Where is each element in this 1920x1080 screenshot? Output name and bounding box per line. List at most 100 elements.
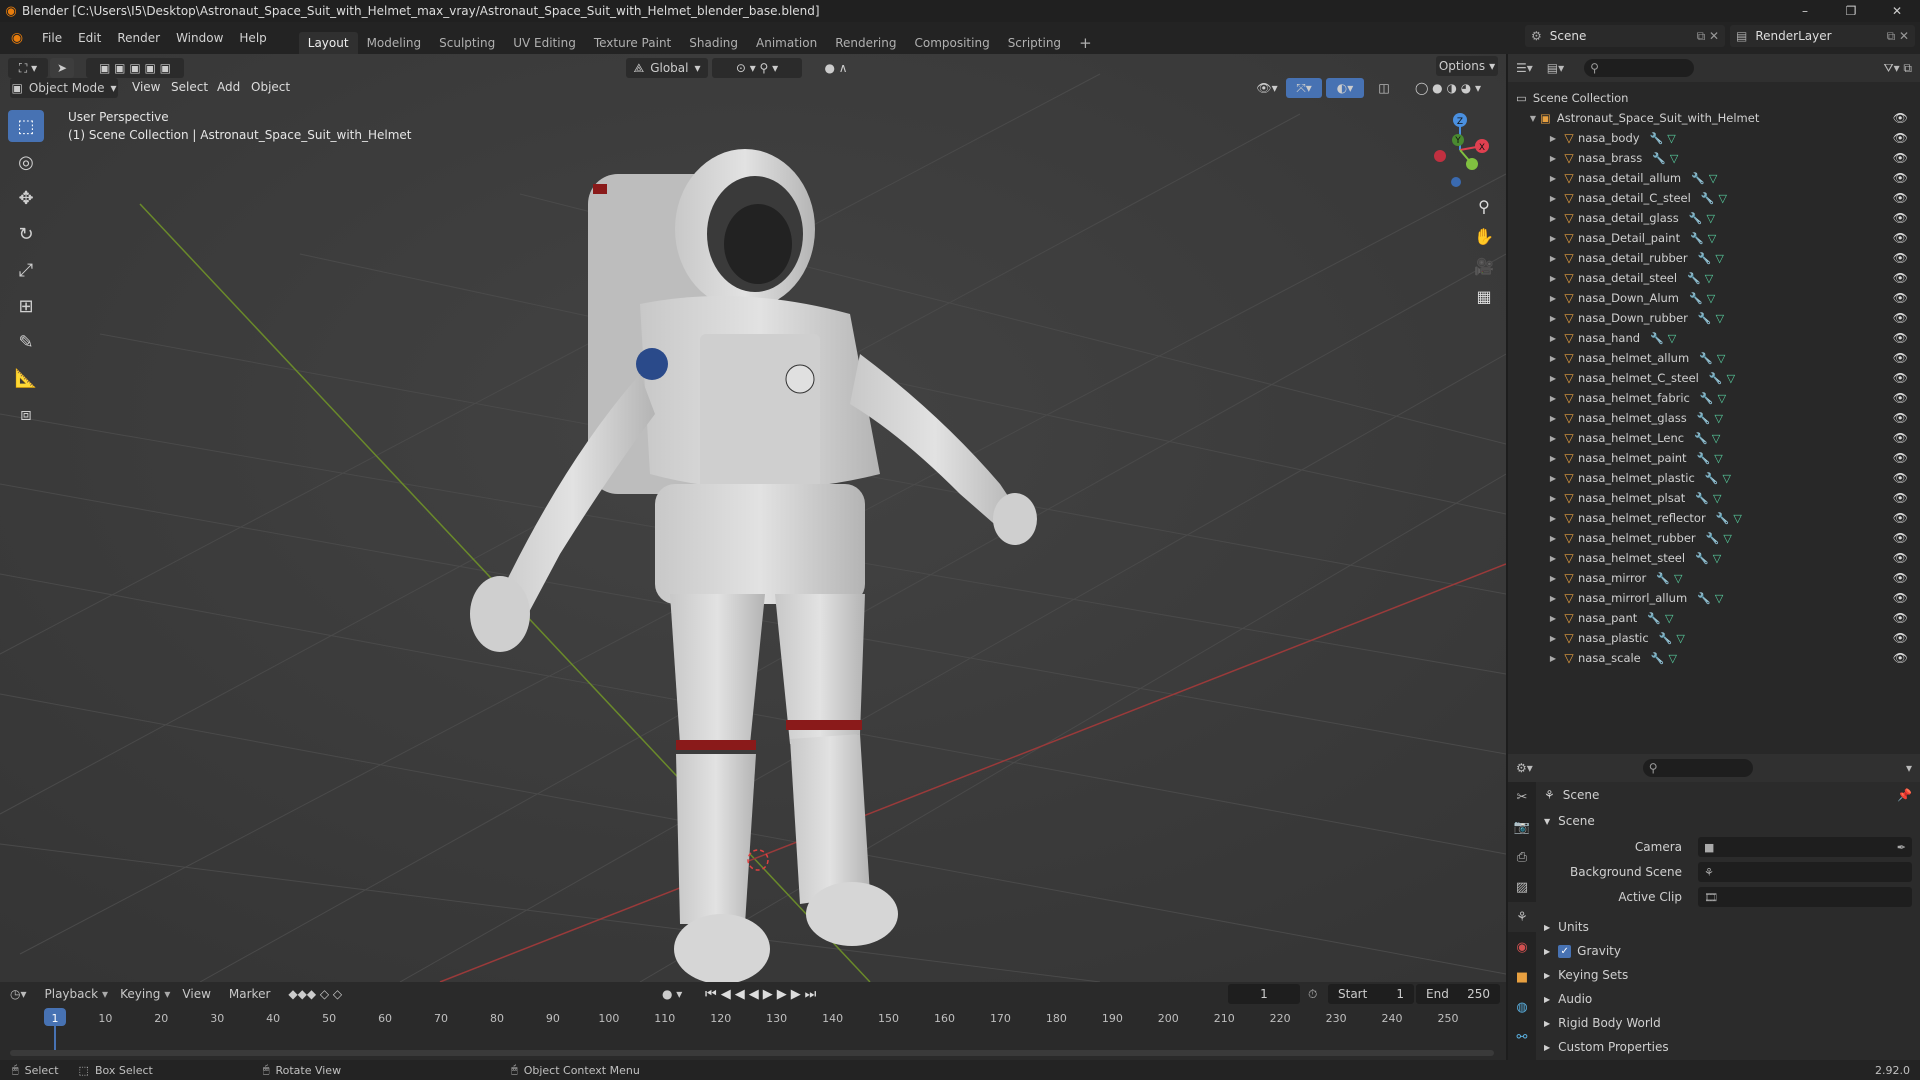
expand-arrow-icon[interactable]: ▶	[1546, 634, 1560, 643]
eye-icon[interactable]: 👁	[1893, 471, 1908, 485]
new-layer-icon[interactable]: ⧉ ✕	[1887, 29, 1909, 44]
expand-arrow-icon[interactable]: ▶	[1546, 354, 1560, 363]
modifier-wrench-icon[interactable]: 🔧	[1697, 452, 1711, 465]
units-section[interactable]: ▶ Units	[1544, 916, 1912, 938]
eye-icon[interactable]: 👁	[1893, 491, 1908, 505]
pivot-snap-group[interactable]: ⊙ ▾ ⚲ ▾	[712, 58, 802, 78]
outliner-object-row[interactable]: ▶ ▽ nasa_Down_Alum 🔧 ▽ 👁	[1508, 288, 1920, 308]
expand-arrow-icon[interactable]: ▶	[1546, 174, 1560, 183]
chevron-down-icon[interactable]: ▾	[1906, 761, 1912, 775]
constraints-tab[interactable]: ⚯	[1508, 1022, 1536, 1052]
menu-help[interactable]: Help	[231, 22, 274, 54]
outliner-object-row[interactable]: ▶ ▽ nasa_helmet_plastic 🔧 ▽ 👁	[1508, 468, 1920, 488]
outliner-object-row[interactable]: ▶ ▽ nasa_helmet_plsat 🔧 ▽ 👁	[1508, 488, 1920, 508]
gravity-section[interactable]: ▶ ✓ Gravity	[1544, 940, 1912, 962]
outliner-object-row[interactable]: ▶ ▽ nasa_mirrorl_allum 🔧 ▽ 👁	[1508, 588, 1920, 608]
mesh-data-icon[interactable]: ▽	[1708, 232, 1716, 245]
filter-icon[interactable]: ⛛▾ ⧉	[1884, 61, 1913, 76]
render-tab[interactable]: 📷	[1508, 812, 1536, 842]
mesh-data-icon[interactable]: ▽	[1674, 572, 1682, 585]
navigation-gizmo[interactable]: Z X Y	[1420, 110, 1500, 190]
mesh-data-icon[interactable]: ▽	[1707, 292, 1715, 305]
mesh-data-icon[interactable]: ▽	[1716, 312, 1724, 325]
eye-icon[interactable]: 👁	[1893, 211, 1908, 225]
add-cube-tool[interactable]: ⧈	[8, 398, 44, 430]
outliner-object-row[interactable]: ▶ ▽ nasa_helmet_rubber 🔧 ▽ 👁	[1508, 528, 1920, 548]
tab-sculpting[interactable]: Sculpting	[430, 32, 504, 54]
maximize-button[interactable]: ❐	[1828, 0, 1874, 22]
mesh-data-icon[interactable]: ▽	[1706, 212, 1714, 225]
expand-arrow-icon[interactable]: ▶	[1546, 654, 1560, 663]
outliner-search-input[interactable]: ⚲	[1584, 59, 1695, 77]
mesh-data-icon[interactable]: ▽	[1714, 452, 1722, 465]
modifier-wrench-icon[interactable]: 🔧	[1695, 552, 1709, 565]
cursor-tool[interactable]: ◎	[8, 146, 44, 178]
eye-icon[interactable]: 👁	[1893, 351, 1908, 365]
eye-icon[interactable]: 👁	[1893, 371, 1908, 385]
expand-arrow-icon[interactable]: ▶	[1546, 294, 1560, 303]
tool-tab[interactable]: ✂	[1508, 782, 1536, 812]
outliner-object-row[interactable]: ▶ ▽ nasa_detail_rubber 🔧 ▽ 👁	[1508, 248, 1920, 268]
eye-icon[interactable]: 👁	[1893, 331, 1908, 345]
modifier-wrench-icon[interactable]: 🔧	[1700, 392, 1714, 405]
proportional-edit-group[interactable]: ● ∧	[806, 58, 866, 78]
mesh-data-icon[interactable]: ▽	[1718, 392, 1726, 405]
modifier-wrench-icon[interactable]: 🔧	[1687, 272, 1701, 285]
shading-modes[interactable]: ◯ ● ◑ ◕ ▾	[1400, 78, 1496, 98]
eye-icon[interactable]: 👁	[1893, 571, 1908, 585]
modifier-wrench-icon[interactable]: 🔧	[1690, 232, 1704, 245]
eye-icon[interactable]: 👁	[1893, 631, 1908, 645]
outliner-object-row[interactable]: ▶ ▽ nasa_detail_glass 🔧 ▽ 👁	[1508, 208, 1920, 228]
expand-arrow-icon[interactable]: ▶	[1546, 434, 1560, 443]
outliner-object-row[interactable]: ▶ ▽ nasa_hand 🔧 ▽ 👁	[1508, 328, 1920, 348]
menu-window[interactable]: Window	[168, 22, 231, 54]
tab-texture-paint[interactable]: Texture Paint	[585, 32, 680, 54]
outliner-object-row[interactable]: ▶ ▽ nasa_helmet_reflector 🔧 ▽ 👁	[1508, 508, 1920, 528]
pin-icon[interactable]: 📌	[1897, 788, 1912, 802]
visibility-toggle[interactable]: 👁▾	[1252, 78, 1282, 98]
collapse-arrow-icon[interactable]: ▼	[1526, 114, 1540, 123]
expand-arrow-icon[interactable]: ▶	[1546, 574, 1560, 583]
3d-viewport[interactable]	[0, 54, 1506, 982]
xray-toggle[interactable]: ◫	[1374, 78, 1394, 98]
expand-arrow-icon[interactable]: ▶	[1546, 394, 1560, 403]
background-scene-field[interactable]: ⚘	[1698, 862, 1912, 882]
tab-compositing[interactable]: Compositing	[905, 32, 998, 54]
outliner-object-row[interactable]: ▶ ▽ nasa_brass 🔧 ▽ 👁	[1508, 148, 1920, 168]
blender-menu-icon[interactable]: ◉	[0, 30, 34, 46]
select-box-tool[interactable]: ⬚	[8, 110, 44, 142]
eye-icon[interactable]: 👁	[1893, 311, 1908, 325]
modifier-wrench-icon[interactable]: 🔧	[1650, 332, 1664, 345]
object-mode-dropdown[interactable]: ▣ Object Mode ▾	[10, 78, 118, 98]
expand-arrow-icon[interactable]: ▶	[1546, 554, 1560, 563]
expand-arrow-icon[interactable]: ▶	[1546, 274, 1560, 283]
eye-icon[interactable]: 👁	[1893, 111, 1908, 125]
options-dropdown[interactable]: Options ▾	[1436, 56, 1498, 76]
expand-arrow-icon[interactable]: ▶	[1546, 594, 1560, 603]
eye-icon[interactable]: 👁	[1893, 291, 1908, 305]
view-layer-tab[interactable]: ▨	[1508, 872, 1536, 902]
mesh-data-icon[interactable]: ▽	[1665, 612, 1673, 625]
selection-mode-group[interactable]: ▣ ▣ ▣ ▣ ▣	[86, 58, 184, 78]
mesh-data-icon[interactable]: ▽	[1668, 652, 1676, 665]
modifier-wrench-icon[interactable]: 🔧	[1698, 252, 1712, 265]
tab-rendering[interactable]: Rendering	[826, 32, 905, 54]
viewport-menu-view[interactable]: View	[132, 80, 160, 94]
tab-animation[interactable]: Animation	[747, 32, 826, 54]
eye-icon[interactable]: 👁	[1893, 131, 1908, 145]
eye-icon[interactable]: 👁	[1893, 591, 1908, 605]
timeline-scrollbar[interactable]	[10, 1050, 1494, 1056]
expand-arrow-icon[interactable]: ▶	[1546, 334, 1560, 343]
mesh-data-icon[interactable]: ▽	[1668, 332, 1676, 345]
modifier-wrench-icon[interactable]: 🔧	[1689, 212, 1703, 225]
viewport-menu-select[interactable]: Select	[171, 80, 208, 94]
expand-arrow-icon[interactable]: ▶	[1546, 514, 1560, 523]
menu-edit[interactable]: Edit	[70, 22, 109, 54]
outliner-object-row[interactable]: ▶ ▽ nasa_Detail_paint 🔧 ▽ 👁	[1508, 228, 1920, 248]
tab-uv-editing[interactable]: UV Editing	[504, 32, 585, 54]
modifier-wrench-icon[interactable]: 🔧	[1697, 412, 1711, 425]
audio-section[interactable]: ▶ Audio	[1544, 988, 1912, 1010]
modifier-wrench-icon[interactable]: 🔧	[1705, 472, 1719, 485]
mesh-data-icon[interactable]: ▽	[1727, 372, 1735, 385]
eye-icon[interactable]: 👁	[1893, 191, 1908, 205]
